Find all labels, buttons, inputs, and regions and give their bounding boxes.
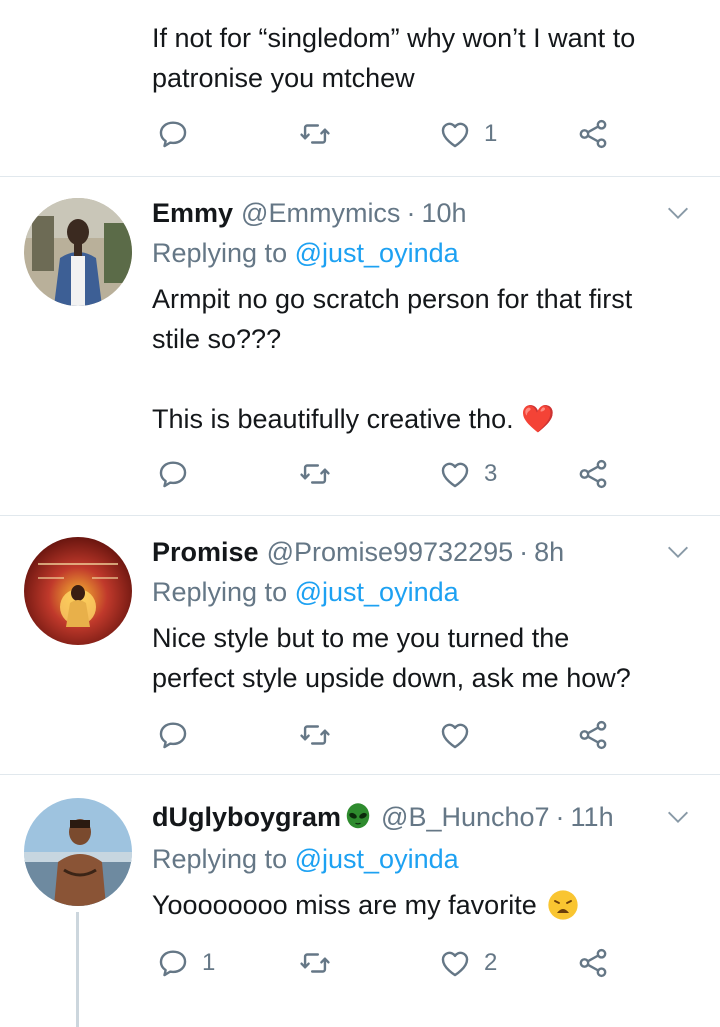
avatar[interactable] bbox=[24, 198, 132, 306]
replying-prefix: Replying to bbox=[152, 844, 288, 874]
chevron-down-icon[interactable] bbox=[664, 803, 692, 831]
timestamp[interactable]: 11h bbox=[571, 799, 614, 835]
tweet-text-line: This is beautifully creative tho. ❤️ bbox=[152, 399, 700, 439]
reply-count: 1 bbox=[202, 949, 216, 976]
like-count: 1 bbox=[484, 120, 498, 147]
replying-mention[interactable]: @just_oyinda bbox=[295, 238, 459, 268]
retweet-icon bbox=[300, 953, 330, 973]
retweet-button[interactable] bbox=[298, 943, 344, 983]
share-icon bbox=[579, 459, 607, 489]
tweet-text-line: perfect style upside down, ask me how? bbox=[152, 663, 631, 693]
like-button[interactable]: 2 bbox=[438, 943, 497, 983]
like-count: 2 bbox=[484, 949, 498, 976]
display-name[interactable]: Promise bbox=[152, 534, 259, 570]
user-handle[interactable]: @Promise99732295 bbox=[267, 534, 514, 570]
tweet-body: Armpit no go scratch person for that fir… bbox=[152, 279, 700, 439]
like-button[interactable]: 1 bbox=[438, 114, 497, 154]
replying-prefix: Replying to bbox=[152, 238, 288, 268]
like-button[interactable]: 3 bbox=[438, 454, 497, 494]
user-handle[interactable]: @Emmymics bbox=[241, 195, 400, 231]
retweet-button[interactable] bbox=[298, 454, 344, 494]
retweet-button[interactable] bbox=[298, 715, 344, 755]
thread-line bbox=[76, 912, 79, 1027]
tweet-body: If not for “singledom” why won’t I want … bbox=[152, 18, 700, 98]
tweet-text-line: stile so??? bbox=[152, 324, 282, 354]
reply-icon bbox=[159, 461, 187, 488]
retweet-button[interactable] bbox=[298, 114, 344, 154]
tweet-actions: 1 2 bbox=[152, 943, 622, 983]
separator-dot: · bbox=[555, 802, 565, 832]
share-icon bbox=[579, 720, 607, 750]
tweet-body: Yoooooooo miss are my favorite bbox=[152, 885, 700, 925]
retweet-icon bbox=[300, 464, 330, 484]
tweet-actions: 1 bbox=[152, 114, 622, 154]
tweet-text-fragment: This is beautifully creative tho. bbox=[152, 404, 514, 434]
share-button[interactable] bbox=[576, 454, 610, 494]
separator-dot: · bbox=[406, 198, 416, 228]
heart-emoji-icon: ❤️ bbox=[521, 404, 555, 434]
tweet-text-line: patronise you mtchew bbox=[152, 63, 415, 93]
reply-button[interactable] bbox=[156, 715, 202, 755]
chevron-down-icon[interactable] bbox=[664, 538, 692, 566]
timestamp[interactable]: 10h bbox=[421, 195, 466, 231]
reply-icon bbox=[159, 121, 187, 148]
user-handle[interactable]: @B_Huncho7 bbox=[381, 799, 550, 835]
like-icon bbox=[441, 951, 469, 977]
reply-button[interactable] bbox=[156, 114, 202, 154]
tweet-header: dUglyboygram @B_Huncho7 · 11h bbox=[152, 799, 660, 835]
separator-dot: · bbox=[519, 537, 529, 567]
avatar[interactable] bbox=[24, 798, 132, 906]
replying-to: Replying to @just_oyinda bbox=[152, 235, 459, 271]
replying-mention[interactable]: @just_oyinda bbox=[295, 844, 459, 874]
tweet-text-line: Armpit no go scratch person for that fir… bbox=[152, 284, 633, 314]
tweet-2[interactable]: Promise @Promise99732295 · 8h Replying t… bbox=[0, 516, 720, 774]
retweet-icon bbox=[300, 725, 330, 745]
like-icon bbox=[441, 122, 469, 148]
like-icon bbox=[441, 462, 469, 488]
share-button[interactable] bbox=[576, 715, 610, 755]
replying-prefix: Replying to bbox=[152, 577, 288, 607]
tweet-text-line bbox=[152, 359, 700, 399]
avatar[interactable] bbox=[24, 537, 132, 645]
tweet-body: Nice style but to me you turned the perf… bbox=[152, 618, 700, 698]
display-name[interactable]: dUglyboygram bbox=[152, 799, 341, 835]
tweet-actions: 3 bbox=[152, 454, 622, 494]
reply-button[interactable]: 1 bbox=[156, 943, 215, 983]
tweet-text-fragment: Yoooooooo miss are my favorite bbox=[152, 890, 537, 920]
replying-to: Replying to @just_oyinda bbox=[152, 841, 459, 877]
tweet-header: Emmy @Emmymics · 10h bbox=[152, 195, 660, 231]
alien-emoji-icon bbox=[346, 803, 370, 829]
tweet-text-line: If not for “singledom” why won’t I want … bbox=[152, 23, 636, 53]
like-count: 3 bbox=[484, 460, 498, 487]
replying-to: Replying to @just_oyinda bbox=[152, 574, 459, 610]
tweet-actions bbox=[152, 715, 622, 755]
tweet-text-line: Nice style but to me you turned the bbox=[152, 623, 570, 653]
like-icon bbox=[441, 723, 469, 749]
share-icon bbox=[579, 948, 607, 978]
tweet-feed: If not for “singledom” why won’t I want … bbox=[0, 0, 720, 1027]
chevron-down-icon[interactable] bbox=[664, 199, 692, 227]
reply-button[interactable] bbox=[156, 454, 202, 494]
share-icon bbox=[579, 119, 607, 149]
reply-icon bbox=[159, 722, 187, 749]
weary-emoji-icon bbox=[548, 890, 578, 920]
share-button[interactable] bbox=[576, 943, 610, 983]
share-button[interactable] bbox=[576, 114, 610, 154]
reply-icon bbox=[159, 950, 187, 977]
display-name[interactable]: Emmy bbox=[152, 195, 233, 231]
tweet-text-line: Yoooooooo miss are my favorite bbox=[152, 885, 700, 925]
tweet-1[interactable]: Emmy @Emmymics · 10h Replying to @just_o… bbox=[0, 177, 720, 515]
retweet-icon bbox=[300, 124, 330, 144]
like-button[interactable] bbox=[438, 715, 484, 755]
tweet-3[interactable]: dUglyboygram @B_Huncho7 · 11h Replying t… bbox=[0, 775, 720, 1027]
timestamp[interactable]: 8h bbox=[534, 534, 564, 570]
tweet-0[interactable]: If not for “singledom” why won’t I want … bbox=[0, 0, 720, 176]
tweet-header: Promise @Promise99732295 · 8h bbox=[152, 534, 660, 570]
replying-mention[interactable]: @just_oyinda bbox=[295, 577, 459, 607]
